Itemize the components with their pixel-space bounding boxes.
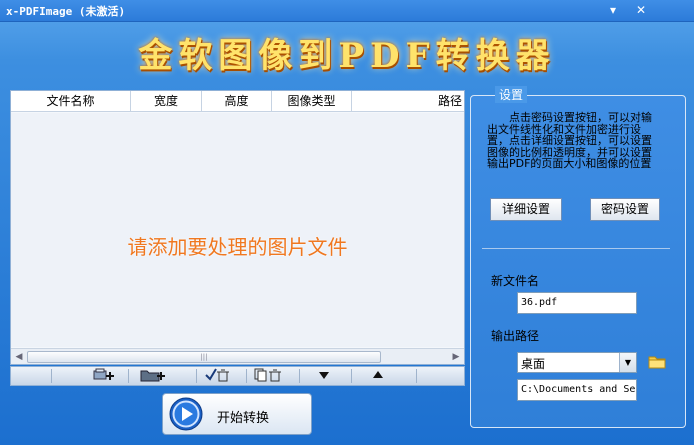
settings-description: 点击密码设置按钮，可以对输出文件线性化和文件加密进行设置，点击详细设置按钮，可以…: [487, 111, 652, 170]
toolbar-divider: [299, 369, 300, 383]
add-folder-icon[interactable]: [136, 367, 170, 385]
play-icon: [169, 397, 203, 431]
column-header-width[interactable]: 宽度: [131, 91, 202, 112]
settings-divider: [482, 248, 670, 249]
detail-settings-button[interactable]: 详细设置: [490, 198, 562, 221]
toolbar-divider: [351, 369, 352, 383]
scroll-left-icon[interactable]: ◀: [12, 350, 26, 364]
file-toolbar: [10, 366, 465, 386]
toolbar-divider: [416, 369, 417, 383]
settings-title: 设置: [495, 86, 528, 103]
output-path-input[interactable]: C:\Documents and Se: [517, 379, 637, 401]
move-down-icon[interactable]: [307, 367, 341, 385]
empty-hint: 请添加要处理的图片文件: [127, 235, 348, 259]
file-table-header: 文件名称 宽度 高度 图像类型 路径: [11, 91, 464, 112]
column-header-image-type[interactable]: 图像类型: [272, 91, 352, 112]
delete-checked-icon[interactable]: [201, 367, 235, 385]
close-icon[interactable]: ✕: [630, 2, 652, 19]
minimize-icon[interactable]: ▾: [602, 2, 624, 19]
scroll-right-icon[interactable]: ▶: [449, 350, 463, 364]
new-filename-input[interactable]: 36.pdf: [517, 292, 637, 314]
toolbar-divider: [128, 369, 129, 383]
file-list[interactable]: 文件名称 宽度 高度 图像类型 路径 请添加要处理的图片文件 ◀ ||| ▶: [10, 90, 465, 365]
app-banner: 金软图像到PDF转换器: [138, 36, 556, 76]
file-table-body[interactable]: 请添加要处理的图片文件: [11, 113, 464, 347]
new-filename-label: 新文件名: [491, 274, 540, 288]
horizontal-scrollbar[interactable]: ◀ ||| ▶: [11, 348, 464, 364]
column-header-filename[interactable]: 文件名称: [11, 91, 131, 112]
scroll-thumb[interactable]: |||: [27, 351, 381, 363]
output-path-label: 输出路径: [491, 329, 540, 343]
password-settings-button[interactable]: 密码设置: [590, 198, 660, 221]
add-file-icon[interactable]: [87, 367, 121, 385]
start-convert-button[interactable]: 开始转换: [162, 393, 312, 435]
output-path-select[interactable]: 桌面 ▼: [517, 352, 637, 373]
column-header-path[interactable]: 路径: [352, 91, 464, 112]
chevron-down-icon[interactable]: ▼: [619, 353, 636, 372]
move-up-icon[interactable]: [361, 367, 395, 385]
folder-browse-icon[interactable]: [648, 354, 666, 369]
toolbar-divider: [51, 369, 52, 383]
window-title: x-PDFImage (未激活): [6, 5, 126, 18]
toolbar-divider: [196, 369, 197, 383]
output-path-select-value: 桌面: [521, 357, 546, 371]
delete-all-icon[interactable]: [251, 367, 285, 385]
toolbar-divider: [246, 369, 247, 383]
column-header-height[interactable]: 高度: [202, 91, 272, 112]
start-convert-label: 开始转换: [217, 411, 270, 426]
title-bar: x-PDFImage (未激活) ▾ ✕: [0, 0, 694, 22]
